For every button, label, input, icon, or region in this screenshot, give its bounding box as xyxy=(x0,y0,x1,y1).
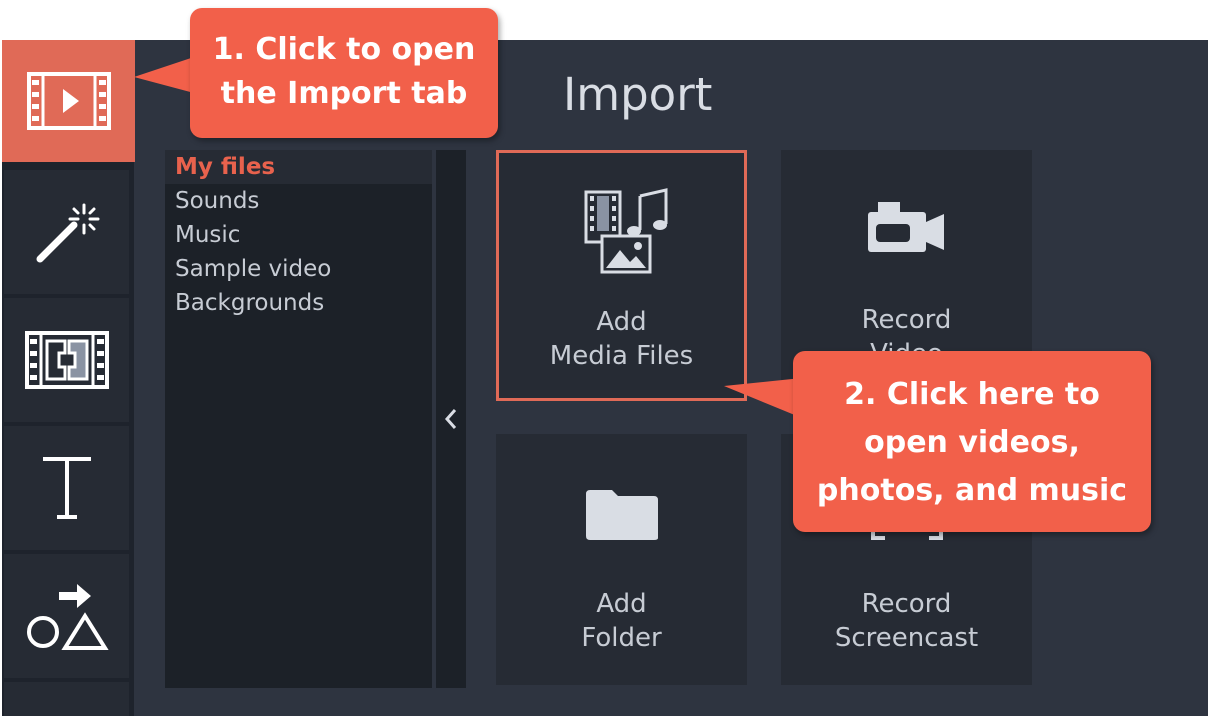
add-media-files-button[interactable]: Add Media Files xyxy=(496,150,747,401)
callout-line: 2. Click here to xyxy=(844,377,1100,412)
media-files-icon xyxy=(584,188,668,274)
tile-label-line2: Screencast xyxy=(834,623,979,653)
tab-titles[interactable] xyxy=(4,426,129,550)
tab-import[interactable] xyxy=(2,40,135,162)
tile-label-line1: Add xyxy=(596,589,647,619)
tile-label-line1: Add xyxy=(596,307,647,337)
callout-step-1: 1. Click to open the Import tab xyxy=(190,8,498,138)
callout-line: 1. Click to open xyxy=(212,32,476,67)
tab-more[interactable] xyxy=(4,682,129,716)
callout-step-2: 2. Click here to open videos, photos, an… xyxy=(793,351,1151,532)
tab-filters[interactable] xyxy=(4,170,129,294)
shapes-arrow-icon xyxy=(26,584,109,650)
file-category-list: My files Sounds Music Sample video Backg… xyxy=(165,150,432,688)
folder-icon xyxy=(586,490,658,540)
list-item-sounds[interactable]: Sounds xyxy=(165,184,432,218)
callout-pointer xyxy=(134,57,194,93)
callout-pointer xyxy=(724,378,802,418)
film-play-icon xyxy=(26,72,111,130)
tab-stickers[interactable] xyxy=(4,554,129,678)
callout-line: the Import tab xyxy=(220,76,468,111)
list-item-backgrounds[interactable]: Backgrounds xyxy=(165,286,432,320)
chevron-left-icon xyxy=(444,409,457,429)
transition-film-icon xyxy=(24,331,109,389)
text-icon xyxy=(42,457,91,519)
tile-label-line2: Folder xyxy=(581,623,662,653)
list-item-sample-video[interactable]: Sample video xyxy=(165,252,432,286)
tile-label-line1: Record xyxy=(861,305,952,335)
list-item-my-files[interactable]: My files xyxy=(165,150,432,184)
tile-label-line2: Media Files xyxy=(549,341,694,371)
add-folder-button[interactable]: Add Folder xyxy=(496,434,747,685)
tile-label-line1: Record xyxy=(861,589,952,619)
callout-line: photos, and music xyxy=(816,473,1128,508)
collapse-panel-button[interactable] xyxy=(436,150,466,688)
tab-transitions[interactable] xyxy=(4,298,129,422)
magic-wand-icon xyxy=(36,203,99,263)
callout-line: open videos, xyxy=(864,425,1080,460)
page-title: Import xyxy=(563,68,713,121)
video-camera-icon xyxy=(868,202,944,252)
list-item-music[interactable]: Music xyxy=(165,218,432,252)
